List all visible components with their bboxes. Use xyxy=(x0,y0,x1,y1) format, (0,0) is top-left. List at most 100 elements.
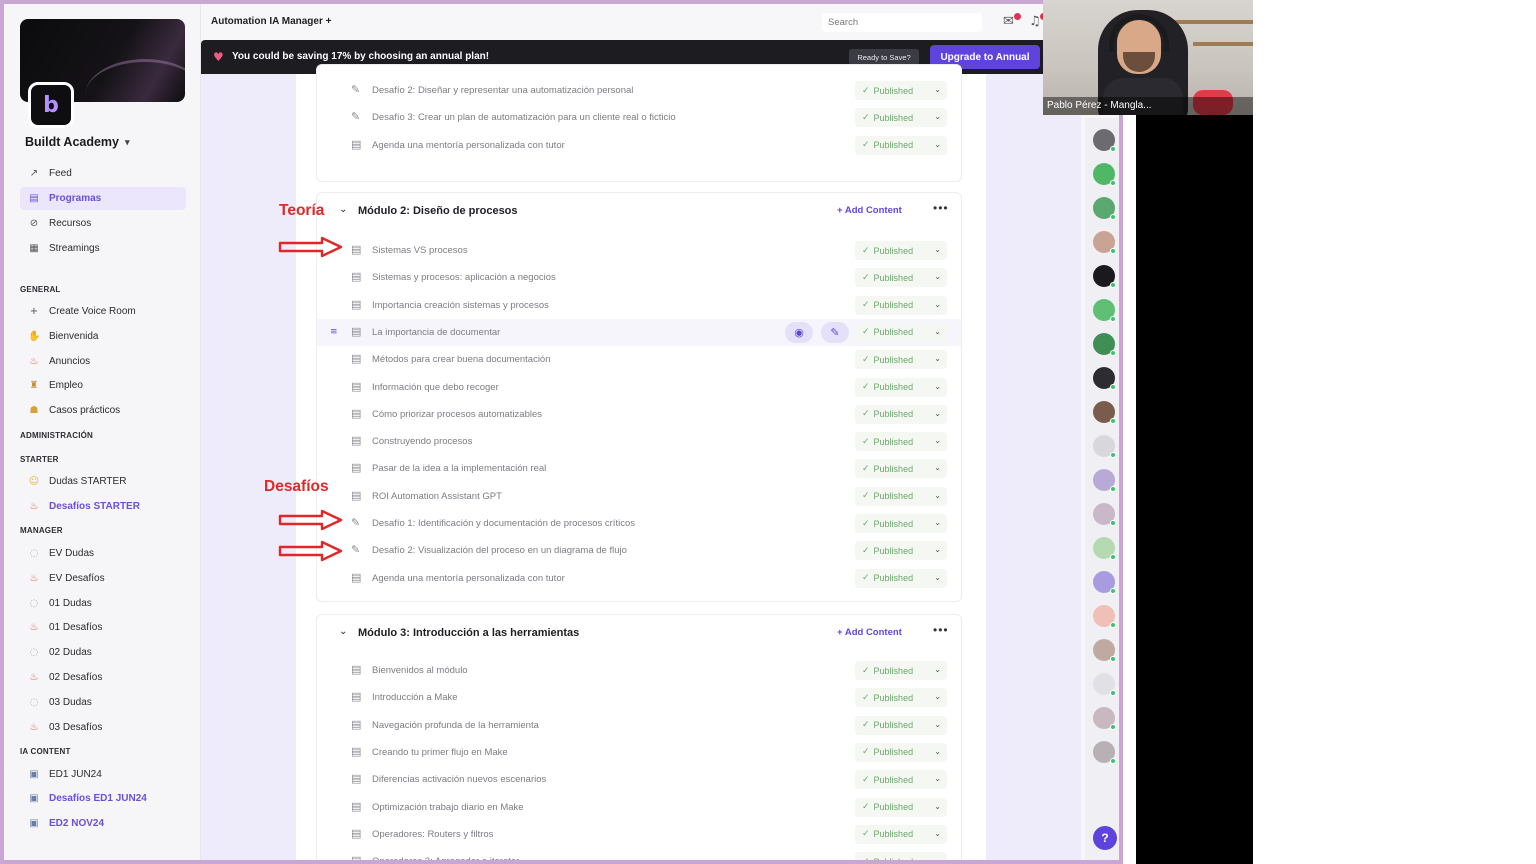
community-logo[interactable]: b xyxy=(28,82,74,128)
member-avatar[interactable] xyxy=(1093,197,1116,220)
status-dropdown[interactable]: ✓Published⌄ xyxy=(855,568,947,588)
status-dropdown[interactable]: ✓Published⌄ xyxy=(855,824,947,844)
module-header[interactable]: ⌄ Módulo 3: Introducción a las herramien… xyxy=(317,615,961,651)
status-dropdown[interactable]: ✓Published⌄ xyxy=(855,135,947,155)
section-header[interactable]: IA CONTENT xyxy=(20,741,186,763)
drag-handle-icon[interactable]: ≡ xyxy=(330,327,338,337)
status-dropdown[interactable]: ✓Published⌄ xyxy=(855,432,947,452)
sidebar-channel-item[interactable]: ♨ 03 Desafíos xyxy=(20,716,186,739)
member-avatar[interactable] xyxy=(1093,367,1116,390)
sidebar-channel-item[interactable]: ☺ Dudas STARTER xyxy=(20,470,186,493)
lesson-row[interactable]: ▤ Importancia creación sistemas y proceso… xyxy=(317,292,961,319)
chevron-down-icon[interactable]: ⌄ xyxy=(339,626,347,637)
inbox-icon[interactable]: ✉ xyxy=(1003,14,1014,29)
member-avatar[interactable] xyxy=(1093,231,1116,254)
status-dropdown[interactable]: ✓Published⌄ xyxy=(855,770,947,790)
sidebar-channel-item[interactable]: ♨ Anuncios xyxy=(20,350,186,373)
member-avatar[interactable] xyxy=(1093,673,1116,696)
sidebar-channel-item[interactable]: ✋ Bienvenida xyxy=(20,325,186,348)
status-dropdown[interactable]: ✓Published⌄ xyxy=(855,852,947,860)
status-dropdown[interactable]: ✓Published⌄ xyxy=(855,108,947,128)
lesson-row[interactable]: ▤ Introducción a Make ✓ Published ⌄ xyxy=(317,684,961,711)
lesson-row[interactable]: ≡ ▤ La importancia de documentar ◉ ✎ ✓ Publish… xyxy=(317,318,961,346)
chevron-down-icon[interactable]: ⌄ xyxy=(339,204,347,215)
lesson-row[interactable]: ▤ Agenda una mentoría personalizada con t… xyxy=(317,132,961,159)
page-title[interactable]: Automation IA Manager + xyxy=(211,16,331,27)
preview-eye-icon[interactable]: ◉ xyxy=(785,321,813,343)
member-avatar[interactable] xyxy=(1093,537,1116,560)
sidebar-channel-item[interactable]: ♨ 02 Desafíos xyxy=(20,666,186,689)
sidebar-channel-item[interactable]: ▣ ED1 JUN24 xyxy=(20,763,186,786)
more-options-icon[interactable]: ••• xyxy=(933,623,949,637)
sidebar-channel-item[interactable]: ♨ EV Desafíos xyxy=(20,567,186,590)
lesson-row[interactable]: ▤ Creando tu primer flujo en Make ✓ Publish… xyxy=(317,739,961,766)
sidebar-channel-item[interactable]: ▣ ED2 NOV24 xyxy=(20,812,186,835)
member-avatar[interactable] xyxy=(1093,707,1116,730)
lesson-row[interactable]: ▤ Sistemas y procesos: aplicación a negoc… xyxy=(317,264,961,291)
lesson-row[interactable]: ▤ Pasar de la idea a la implementación re… xyxy=(317,455,961,482)
lesson-row[interactable]: ▤ Agenda una mentoría personalizada con t… xyxy=(317,565,961,592)
member-avatar[interactable] xyxy=(1093,333,1116,356)
status-dropdown[interactable]: ✓Published⌄ xyxy=(855,541,947,561)
status-dropdown[interactable]: ✓Published⌄ xyxy=(855,268,947,288)
lesson-row[interactable]: ▤ Diferencias activación nuevos escenario… xyxy=(317,766,961,793)
status-dropdown[interactable]: ✓Published⌄ xyxy=(855,241,947,260)
edit-pencil-icon[interactable]: ✎ xyxy=(821,321,849,343)
status-dropdown[interactable]: ✓Published⌄ xyxy=(855,688,947,708)
member-avatar[interactable] xyxy=(1093,503,1116,526)
lesson-row[interactable]: ✎ Desafío 1: Identificación y documentaci… xyxy=(317,510,961,537)
status-dropdown[interactable]: ✓Published⌄ xyxy=(855,486,947,506)
sidebar-item-recursos[interactable]: ⊘ Recursos xyxy=(20,212,186,235)
sidebar-channel-item[interactable]: ◌ 03 Dudas xyxy=(20,691,186,714)
ready-to-save-button[interactable]: Ready to Save? xyxy=(849,49,919,65)
sidebar-channel-item[interactable]: ♜ Empleo xyxy=(20,374,186,397)
sidebar-channel-item[interactable]: ☗ Casos prácticos xyxy=(20,399,186,422)
member-avatar[interactable] xyxy=(1093,299,1116,322)
member-avatar[interactable] xyxy=(1093,741,1116,764)
status-dropdown[interactable]: ✓Published⌄ xyxy=(855,295,947,315)
lesson-row[interactable]: ▤ Navegación profunda de la herramienta ✓ P… xyxy=(317,712,961,739)
section-header[interactable]: GENERAL xyxy=(20,278,186,300)
member-avatar[interactable] xyxy=(1093,163,1116,186)
sidebar-item-programas[interactable]: ▤ Programas xyxy=(20,187,186,210)
sidebar-item-streamings[interactable]: ▦ Streamings xyxy=(20,237,186,260)
status-dropdown[interactable]: ✓Published⌄ xyxy=(855,350,947,370)
lesson-row[interactable]: ▤ Bienvenidos al módulo ✓ Published ⌄ xyxy=(317,657,961,684)
status-dropdown[interactable]: ✓Published⌄ xyxy=(855,797,947,817)
status-dropdown[interactable]: ✓Published⌄ xyxy=(855,404,947,424)
help-icon[interactable]: ? xyxy=(1093,826,1117,850)
status-dropdown[interactable]: ✓Published⌄ xyxy=(855,742,947,762)
member-avatar[interactable] xyxy=(1093,571,1116,594)
sidebar-channel-item[interactable]: ◌ 02 Dudas xyxy=(20,641,186,664)
lesson-row[interactable]: ✎ Desafío 2: Visualización del proceso en… xyxy=(317,537,961,564)
lesson-row[interactable]: ▤ Cómo priorizar procesos automatizables ✓… xyxy=(317,401,961,428)
section-header[interactable]: STARTER xyxy=(20,448,186,470)
lesson-row[interactable]: ▤ Sistemas VS procesos ✓ Published ⌄ xyxy=(317,237,961,264)
member-avatar[interactable] xyxy=(1093,401,1116,424)
status-dropdown[interactable]: ✓Published⌄ xyxy=(855,81,947,100)
sidebar-channel-item[interactable]: + Create Voice Room xyxy=(20,300,186,323)
bell-icon[interactable]: ♫ xyxy=(1029,14,1041,29)
sidebar-channel-item[interactable]: ▣ Desafíos ED1 JUN24 xyxy=(20,787,186,810)
community-switcher[interactable]: Buildt Academy ▾ xyxy=(25,135,130,149)
more-options-icon[interactable]: ••• xyxy=(933,201,949,215)
sidebar-channel-item[interactable]: ◌ 01 Dudas xyxy=(20,592,186,615)
search-input[interactable]: Search xyxy=(822,13,982,32)
member-avatar[interactable] xyxy=(1093,605,1116,628)
lesson-row[interactable]: ✎ Desafío 3: Crear un plan de automatizac… xyxy=(317,104,961,131)
status-dropdown[interactable]: ✓Published⌄ xyxy=(855,322,947,342)
sidebar-channel-item[interactable]: ♨ Desafíos STARTER xyxy=(20,495,186,518)
section-header[interactable]: ADMINISTRACIÓN xyxy=(20,424,186,446)
lesson-row[interactable]: ▤ Información que debo recoger ✓ Published ⌄ xyxy=(317,374,961,401)
member-avatar[interactable] xyxy=(1093,639,1116,662)
sidebar-item-feed[interactable]: ↗ Feed xyxy=(20,162,186,185)
sidebar-channel-item[interactable]: ♨ 01 Desafíos xyxy=(20,616,186,639)
member-avatar[interactable] xyxy=(1093,435,1116,458)
lesson-row[interactable]: ▤ Construyendo procesos ✓ Published ⌄ xyxy=(317,428,961,455)
status-dropdown[interactable]: ✓Published⌄ xyxy=(855,514,947,533)
member-avatar[interactable] xyxy=(1093,265,1116,288)
status-dropdown[interactable]: ✓Published⌄ xyxy=(855,715,947,735)
status-dropdown[interactable]: ✓Published⌄ xyxy=(855,661,947,680)
lesson-row[interactable]: ▤ Operadores: Routers y filtros ✓ Published… xyxy=(317,821,961,848)
status-dropdown[interactable]: ✓Published⌄ xyxy=(855,377,947,397)
